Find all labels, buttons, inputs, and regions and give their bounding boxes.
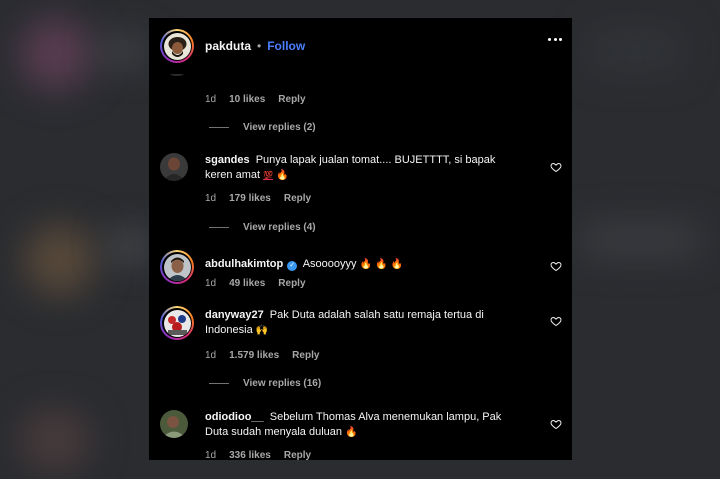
- comment-username[interactable]: sgandes: [205, 154, 250, 166]
- comment-time: 1d: [205, 94, 217, 105]
- reply-button[interactable]: Reply: [292, 350, 319, 361]
- follow-button[interactable]: Follow: [267, 39, 305, 53]
- story-ring[interactable]: [160, 29, 194, 63]
- comment-username[interactable]: abdulhakimtop: [205, 258, 283, 270]
- comment-text: sgandes Punya lapak jualan tomat.... BUJ…: [205, 153, 505, 183]
- reply-button[interactable]: Reply: [284, 450, 311, 460]
- reply-button[interactable]: Reply: [284, 193, 311, 204]
- comment-text: danyway27 Pak Duta adalah salah satu rem…: [205, 308, 505, 338]
- story-ring[interactable]: [160, 250, 194, 284]
- comment-meta: 1d 336 likes Reply: [205, 450, 311, 460]
- comment-text: odiodioo__ Sebelum Thomas Alva menemukan…: [205, 410, 505, 440]
- comment-username[interactable]: odiodioo__: [205, 411, 264, 423]
- likes-count[interactable]: 49 likes: [229, 278, 265, 289]
- likes-count[interactable]: 1.579 likes: [229, 350, 279, 361]
- view-replies-button[interactable]: View replies (2): [209, 122, 316, 133]
- view-replies-label: View replies (4): [243, 222, 316, 233]
- story-ring[interactable]: [160, 306, 194, 340]
- avatar: [163, 253, 191, 281]
- reply-button[interactable]: Reply: [278, 94, 305, 105]
- comment-meta: 1d 49 likes Reply: [205, 278, 306, 289]
- reply-button[interactable]: Reply: [278, 278, 305, 289]
- view-replies-button[interactable]: View replies (16): [209, 378, 321, 389]
- comment-username[interactable]: danyway27: [205, 309, 264, 321]
- separator-dot: •: [257, 39, 262, 53]
- view-replies-label: View replies (2): [243, 122, 316, 133]
- more-options-icon[interactable]: [548, 38, 562, 42]
- like-heart-icon[interactable]: [550, 315, 562, 327]
- raising-hands-emoji: 🙌: [255, 325, 269, 336]
- post-username[interactable]: pakduta: [205, 39, 251, 53]
- comment-time: 1d: [205, 350, 217, 361]
- view-replies-button[interactable]: View replies (4): [209, 222, 316, 233]
- verified-badge-icon: ✓: [287, 261, 298, 271]
- divider-line: [209, 383, 229, 384]
- comment-time: 1d: [205, 450, 217, 460]
- comment-body: Asooooyyy: [302, 258, 357, 270]
- fire-emoji: 🔥: [276, 170, 289, 181]
- likes-count[interactable]: 10 likes: [229, 94, 265, 105]
- avatar[interactable]: [160, 153, 188, 181]
- fire-emoji: 🔥: [359, 259, 373, 270]
- hundred-points-emoji: 💯: [263, 171, 274, 180]
- like-heart-icon[interactable]: [550, 161, 562, 173]
- avatar: [163, 32, 191, 60]
- comments-panel: pakduta • Follow 1d 10 likes Reply View …: [149, 18, 572, 460]
- fire-emoji: 🔥: [375, 259, 388, 270]
- likes-count[interactable]: 336 likes: [229, 450, 271, 460]
- fire-emoji: 🔥: [345, 427, 358, 438]
- avatar[interactable]: [160, 410, 188, 438]
- divider-line: [209, 227, 229, 228]
- comment-meta: 1d 10 likes Reply: [205, 94, 306, 105]
- likes-count[interactable]: 179 likes: [229, 193, 271, 204]
- post-header: pakduta • Follow: [149, 18, 572, 74]
- avatar: [163, 309, 191, 337]
- view-replies-label: View replies (16): [243, 378, 322, 389]
- like-heart-icon[interactable]: [550, 418, 562, 430]
- fire-emoji: 🔥: [390, 259, 404, 270]
- comment-time: 1d: [205, 278, 217, 289]
- comment-meta: 1d 179 likes Reply: [205, 193, 311, 204]
- like-heart-icon[interactable]: [550, 260, 562, 272]
- comment-time: 1d: [205, 193, 217, 204]
- divider-line: [209, 127, 229, 128]
- comment-meta: 1d 1.579 likes Reply: [205, 350, 319, 361]
- comment-text: abdulhakimtop ✓ Asooooyyy 🔥 🔥 🔥: [205, 257, 505, 272]
